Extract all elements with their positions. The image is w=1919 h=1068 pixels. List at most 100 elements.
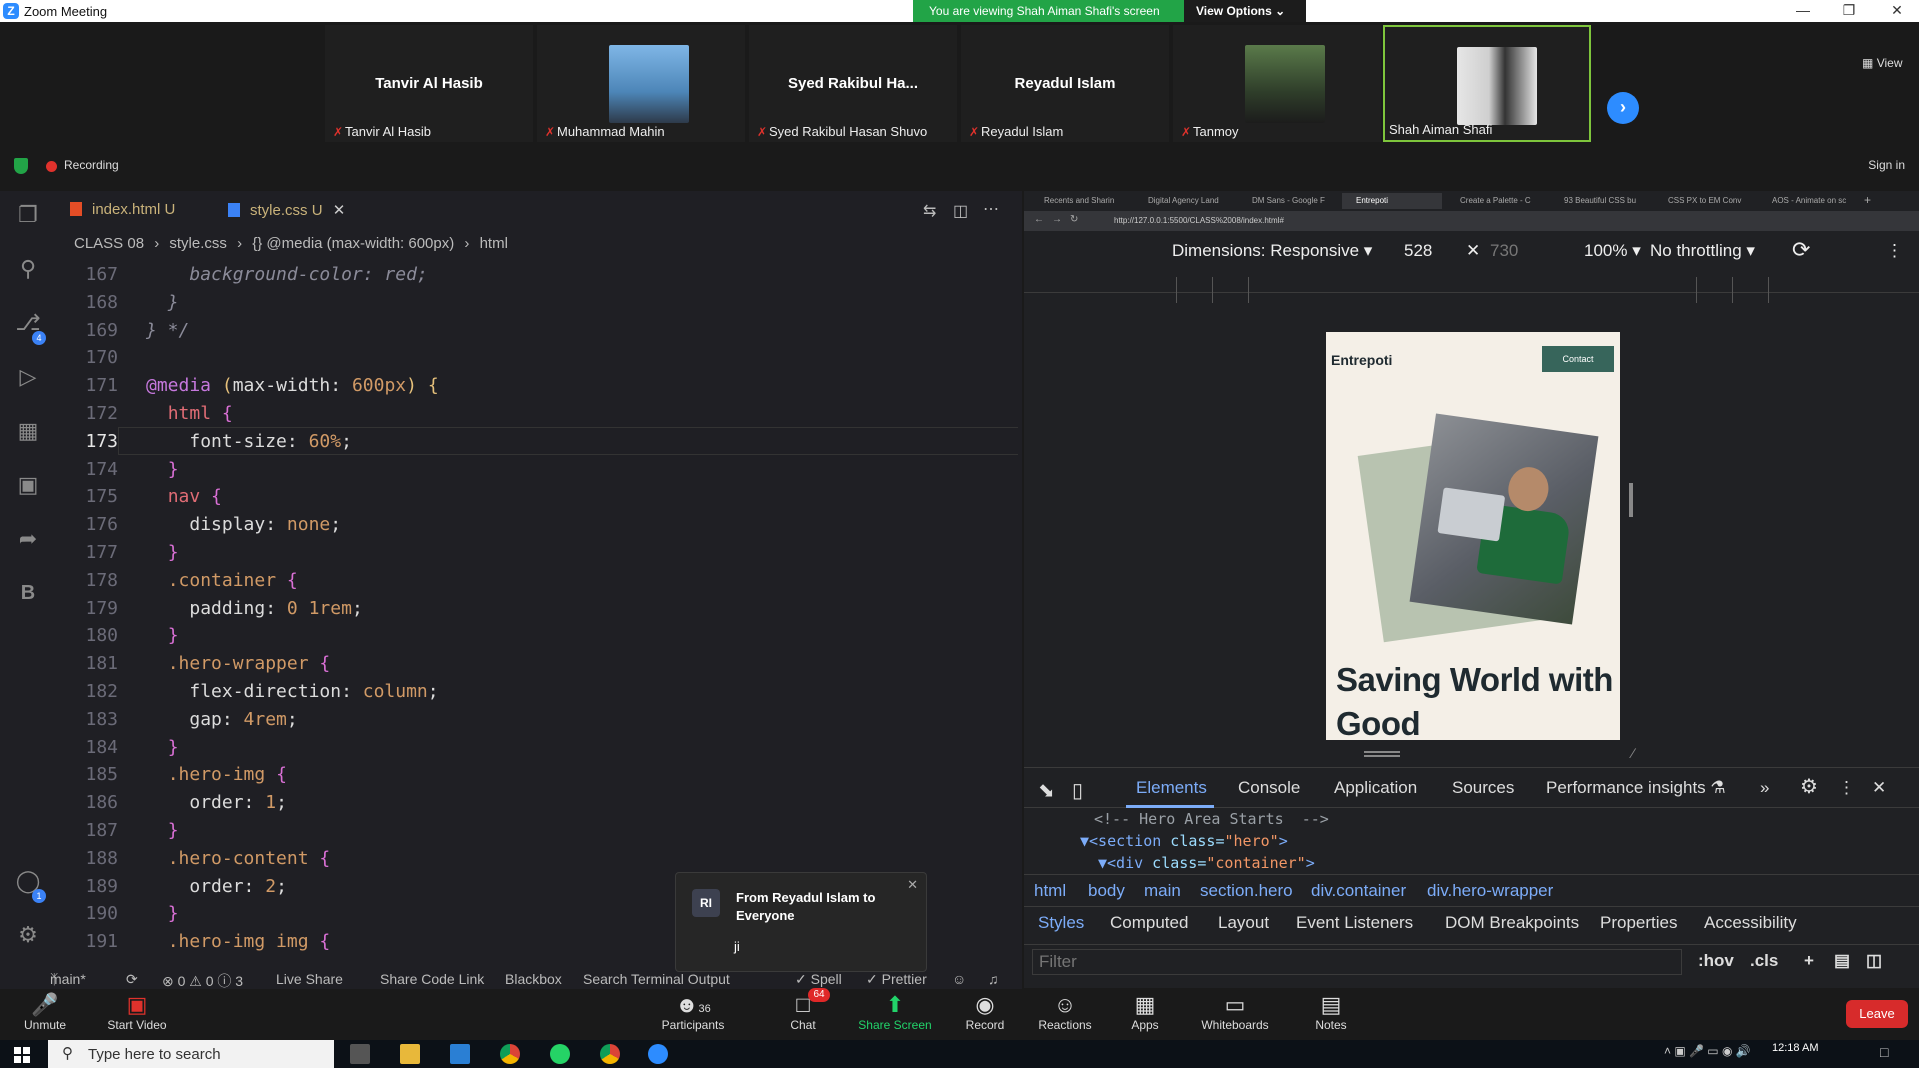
breadcrumb-item[interactable]: html bbox=[480, 235, 508, 252]
site-logo[interactable]: Entrepoti bbox=[1331, 352, 1392, 368]
new-tab-icon[interactable]: + bbox=[1864, 193, 1871, 207]
crumb-div-container[interactable]: div.container bbox=[1311, 881, 1406, 901]
search-icon[interactable]: ⚲ bbox=[14, 255, 42, 283]
settings-gear-icon[interactable]: ⚙ bbox=[14, 921, 42, 949]
page-viewport[interactable]: Entrepoti Contact Saving World with Good bbox=[1326, 332, 1620, 740]
code-line[interactable]: } bbox=[146, 289, 179, 317]
record-button[interactable]: ◉ Record bbox=[940, 990, 1030, 1040]
dom-div-node[interactable]: ▼<div class="container"> bbox=[1098, 852, 1315, 874]
recording-label[interactable]: Recording bbox=[64, 158, 119, 172]
sign-in-link[interactable]: Sign in bbox=[1868, 158, 1905, 172]
tab-performance-insights[interactable]: Performance insights ⚗ bbox=[1546, 778, 1726, 798]
browser-tab[interactable]: Recents and Sharin bbox=[1030, 193, 1130, 209]
inspect-element-icon[interactable]: ⬊ bbox=[1038, 778, 1055, 803]
file-explorer-icon[interactable] bbox=[400, 1044, 420, 1064]
tab-layout[interactable]: Layout bbox=[1218, 913, 1269, 933]
whatsapp-icon[interactable] bbox=[550, 1044, 570, 1064]
blackbox-button[interactable]: Blackbox bbox=[505, 971, 562, 987]
code-line[interactable]: font-size: 60%; bbox=[146, 428, 352, 456]
split-editor-icon[interactable]: ◫ bbox=[953, 201, 968, 221]
crumb-div-hero-wrapper[interactable]: div.hero-wrapper bbox=[1427, 881, 1553, 901]
sync-icon[interactable]: ⟳ bbox=[126, 971, 138, 988]
forward-icon[interactable]: → bbox=[1052, 214, 1062, 225]
code-line[interactable]: padding: 0 1rem; bbox=[146, 595, 362, 623]
code-line[interactable]: } bbox=[146, 900, 179, 928]
security-shield-icon[interactable] bbox=[14, 158, 28, 174]
crumb-main[interactable]: main bbox=[1144, 881, 1181, 901]
code-line[interactable]: @media (max-width: 600px) { bbox=[146, 372, 439, 400]
code-line[interactable]: } bbox=[146, 456, 179, 484]
url-field[interactable]: http://127.0.0.1:5500/CLASS%2008/index.h… bbox=[1104, 214, 1524, 228]
browser-tab[interactable]: CSS PX to EM Conv bbox=[1654, 193, 1754, 209]
participant-tile[interactable]: Tanvir Al Hasib ✗ Tanvir Al Hasib bbox=[325, 25, 533, 142]
tab-properties[interactable]: Properties bbox=[1600, 913, 1677, 933]
spell-check-status[interactable]: ✓ Spell bbox=[795, 971, 842, 988]
hov-toggle[interactable]: :hov bbox=[1698, 951, 1734, 971]
close-notification-icon[interactable]: ✕ bbox=[907, 877, 918, 893]
code-line[interactable]: flex-direction: column; bbox=[146, 678, 438, 706]
chat-button[interactable]: □ Chat bbox=[758, 990, 848, 1040]
more-actions-icon[interactable]: ⋯ bbox=[983, 199, 999, 219]
windows-start-icon[interactable] bbox=[14, 1047, 30, 1063]
cls-toggle[interactable]: .cls bbox=[1750, 951, 1778, 971]
code-line[interactable]: } */ bbox=[146, 317, 189, 345]
new-rule-icon[interactable]: + bbox=[1804, 951, 1814, 971]
tab-index-html[interactable]: index.html U bbox=[70, 191, 175, 231]
mail-icon[interactable] bbox=[450, 1044, 470, 1064]
search-terminal-button[interactable]: Search Terminal Output bbox=[583, 971, 730, 987]
prettier-status[interactable]: ✓ Prettier bbox=[866, 971, 927, 988]
code-line[interactable]: .hero-content { bbox=[146, 845, 331, 873]
whiteboards-button[interactable]: ▭ Whiteboards bbox=[1190, 990, 1280, 1040]
restore-button[interactable]: ❐ bbox=[1828, 0, 1870, 22]
start-video-button[interactable]: ▣ Start Video bbox=[92, 990, 182, 1040]
extensions-icon[interactable]: ▦ bbox=[14, 417, 42, 445]
view-options-button[interactable]: View Options ⌄ bbox=[1184, 0, 1306, 22]
more-tabs-icon[interactable]: » bbox=[1760, 778, 1769, 798]
notifications-icon[interactable]: □ bbox=[1880, 1044, 1888, 1060]
throttling-dropdown[interactable]: No throttling ▾ bbox=[1650, 241, 1755, 261]
participant-tile[interactable]: Reyadul Islam ✗ Reyadul Islam bbox=[961, 25, 1169, 142]
tab-dom-breakpoints[interactable]: DOM Breakpoints bbox=[1445, 913, 1579, 933]
dom-section-node[interactable]: ▼<section class="hero"> bbox=[1080, 830, 1288, 852]
browser-tab[interactable]: Create a Palette - C bbox=[1446, 193, 1546, 209]
share-screen-button[interactable]: ⬆ Share Screen bbox=[850, 990, 940, 1040]
tab-elements[interactable]: Elements bbox=[1136, 778, 1207, 798]
notifications-bell-icon[interactable]: ♫ bbox=[988, 971, 999, 987]
breadcrumb-item[interactable]: {} @media (max-width: 600px) bbox=[252, 235, 454, 252]
live-share-button[interactable]: Live Share bbox=[276, 971, 343, 987]
notes-button[interactable]: ▤ Notes bbox=[1286, 990, 1376, 1040]
tab-accessibility[interactable]: Accessibility bbox=[1704, 913, 1797, 933]
chrome-icon[interactable] bbox=[500, 1044, 520, 1064]
tab-console[interactable]: Console bbox=[1238, 778, 1300, 798]
paint-icon[interactable]: ▤ bbox=[1834, 951, 1850, 971]
tab-event-listeners[interactable]: Event Listeners bbox=[1296, 913, 1413, 933]
code-line[interactable]: order: 1; bbox=[146, 789, 287, 817]
run-debug-icon[interactable]: ▷ bbox=[14, 363, 42, 391]
tab-styles[interactable]: Styles bbox=[1038, 913, 1084, 933]
blackbox-icon[interactable]: B bbox=[14, 579, 42, 607]
corner-resize-handle[interactable]: ∕ bbox=[1632, 745, 1634, 761]
dom-comment-node[interactable]: <!-- Hero Area Starts --> bbox=[1094, 808, 1329, 830]
close-devtools-icon[interactable]: ✕ bbox=[1872, 778, 1886, 798]
code-line[interactable]: html { bbox=[146, 400, 233, 428]
code-line[interactable]: .container { bbox=[146, 567, 298, 595]
customize-menu-icon[interactable]: ⋮ bbox=[1838, 778, 1855, 798]
leave-button[interactable]: Leave bbox=[1846, 1000, 1908, 1028]
taskbar-search[interactable]: ⚲ Type here to search bbox=[48, 1040, 334, 1068]
settings-gear-icon[interactable]: ⚙ bbox=[1800, 774, 1818, 799]
code-line[interactable]: .hero-wrapper { bbox=[146, 650, 331, 678]
tab-style-css[interactable]: style.css U ✕ bbox=[228, 191, 345, 231]
chrome-icon[interactable] bbox=[600, 1044, 620, 1064]
unmute-button[interactable]: 🎤 Unmute bbox=[0, 990, 90, 1040]
tab-computed[interactable]: Computed bbox=[1110, 913, 1188, 933]
code-line[interactable]: display: none; bbox=[146, 511, 341, 539]
reload-icon[interactable]: ↻ bbox=[1070, 214, 1078, 225]
more-options-icon[interactable]: ⋮ bbox=[1886, 241, 1903, 261]
participant-tile[interactable]: ✗ Muhammad Mahin bbox=[537, 25, 745, 142]
browser-tab[interactable]: AOS - Animate on sc bbox=[1758, 193, 1858, 209]
breadcrumb-item[interactable]: CLASS 08 bbox=[74, 235, 144, 252]
crumb-body[interactable]: body bbox=[1088, 881, 1125, 901]
crumb-section-hero[interactable]: section.hero bbox=[1200, 881, 1293, 901]
browser-tab[interactable]: Entrepoti bbox=[1342, 193, 1442, 209]
explorer-icon[interactable]: ❐ bbox=[14, 201, 42, 229]
